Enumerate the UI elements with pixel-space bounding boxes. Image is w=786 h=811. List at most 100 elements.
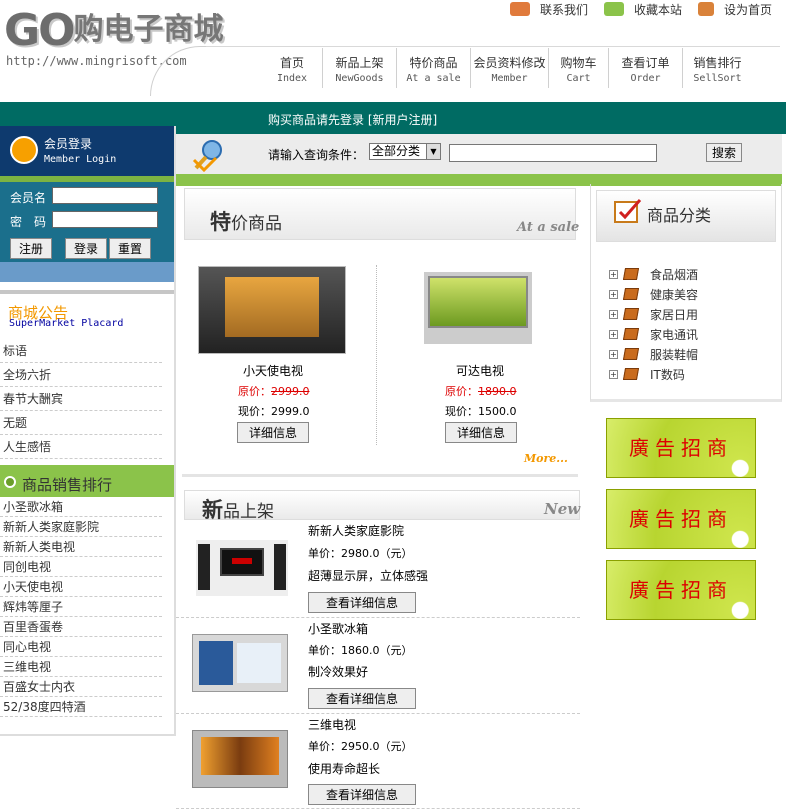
bookmark-icon: [603, 2, 624, 16]
newgoods-name[interactable]: 小圣歌冰箱: [308, 620, 368, 637]
fridge-interior: [237, 643, 281, 683]
set-homepage-link[interactable]: 设为首页: [692, 0, 778, 18]
notice-subtitle: SuperMarket Placard: [9, 318, 124, 329]
tv-screen: [201, 737, 279, 775]
search-button[interactable]: 搜索: [706, 143, 742, 162]
ad-banner[interactable]: 廣告招商: [606, 418, 756, 478]
product-name[interactable]: 小天使电视: [243, 362, 303, 379]
book-icon: [622, 348, 640, 360]
login-prompt[interactable]: 购买商品请先登录 [新用户注册]: [268, 111, 437, 128]
newgoods-desc: 使用寿命超长: [308, 762, 381, 776]
bookmark-link[interactable]: 收藏本站: [598, 0, 688, 18]
expand-icon[interactable]: +: [609, 289, 618, 299]
login-button[interactable]: 登录: [65, 238, 108, 259]
tv-screen: [225, 277, 319, 337]
password-label: 密 码: [10, 215, 47, 229]
ranking-item[interactable]: 52/38度四特酒: [0, 697, 162, 717]
power-icon: [10, 136, 38, 164]
ad-banner[interactable]: 廣告招商: [606, 489, 756, 549]
nav-cart[interactable]: 购物车 Cart: [548, 48, 608, 88]
expand-icon[interactable]: +: [609, 269, 618, 279]
nav-sellsort[interactable]: 销售排行 SellSort: [682, 48, 752, 88]
product-image[interactable]: [192, 730, 288, 788]
view-detail-button[interactable]: 查看详细信息: [308, 688, 416, 709]
ranking-item[interactable]: 三维电视: [0, 657, 162, 677]
notice-item[interactable]: 春节大酬宾: [0, 387, 162, 411]
nav-newgoods[interactable]: 新品上架 NewGoods: [322, 48, 396, 88]
nav-index[interactable]: 首页 Index: [262, 48, 322, 88]
view-detail-button[interactable]: 查看详细信息: [308, 592, 416, 613]
ranking-title: 商品销售排行: [22, 476, 113, 494]
ranking-item[interactable]: 小天使电视: [0, 577, 162, 597]
current-price: 现价：2999.0: [238, 405, 310, 418]
newgoods-price: 单价：2950.0（元）: [308, 740, 413, 753]
fridge-door: [199, 641, 233, 685]
nav-order[interactable]: 查看订单 Order: [608, 48, 682, 88]
detail-button[interactable]: 详细信息: [445, 422, 517, 443]
detail-button[interactable]: 详细信息: [237, 422, 309, 443]
old-price: 原价：2999.0: [238, 385, 310, 398]
checklist-icon: [614, 199, 642, 223]
newgoods-price: 单价：2980.0（元）: [308, 547, 413, 560]
nav-member[interactable]: 会员资料修改 Member: [470, 48, 548, 88]
category-item-it[interactable]: + IT数码: [609, 364, 685, 384]
book-icon: [622, 288, 640, 300]
notice-list: 标语 全场六折 春节大酬宾 无题 人生感悟: [0, 339, 162, 459]
ad-banner[interactable]: 廣告招商: [606, 560, 756, 620]
ranking-item[interactable]: 新新人类家庭影院: [0, 517, 162, 537]
category-item-home[interactable]: + 家居日用: [609, 304, 698, 324]
ranking-item[interactable]: 新新人类电视: [0, 537, 162, 557]
expand-icon[interactable]: +: [609, 329, 618, 339]
newgoods-name[interactable]: 新新人类家庭影院: [308, 522, 404, 539]
tv-screen: [428, 276, 528, 328]
category-item-clothing[interactable]: + 服装鞋帽: [609, 344, 698, 364]
bullet-icon: [4, 476, 16, 488]
username-input[interactable]: [52, 187, 158, 204]
expand-icon[interactable]: +: [609, 369, 618, 379]
book-icon: [622, 328, 640, 340]
member-login-title: 会员登录 Member Login: [44, 137, 117, 165]
tv-screen: [220, 548, 264, 576]
product-name[interactable]: 可达电视: [456, 362, 504, 379]
ranking-item[interactable]: 辉炜等厘子: [0, 597, 162, 617]
category-item-beauty[interactable]: + 健康美容: [609, 284, 698, 304]
speaker-right: [274, 544, 286, 590]
category-item-food[interactable]: + 食品烟酒: [609, 264, 698, 284]
old-price: 原价：1890.0: [445, 385, 517, 398]
category-select[interactable]: 全部分类 ▼: [369, 143, 441, 160]
ranking-item[interactable]: 小圣歌冰箱: [0, 497, 162, 517]
product-image[interactable]: [192, 634, 288, 692]
category-item-appliance[interactable]: + 家电通讯: [609, 324, 698, 344]
left-column-bottom: [0, 734, 176, 736]
ranking-item[interactable]: 百盛女士内衣: [0, 677, 162, 697]
username-label: 会员名: [10, 191, 47, 205]
current-price: 现价：1500.0: [445, 405, 517, 418]
member-login-footer: [0, 262, 174, 282]
newgoods-name[interactable]: 三维电视: [308, 716, 356, 733]
product-image[interactable]: [424, 272, 532, 344]
notice-item[interactable]: 全场六折: [0, 363, 162, 387]
register-button[interactable]: 注册: [10, 238, 53, 259]
password-input[interactable]: [52, 211, 158, 228]
main-nav: 首页 Index 新品上架 NewGoods 特价商品 At a sale 会员资料修…: [262, 48, 752, 88]
expand-icon[interactable]: +: [609, 349, 618, 359]
expand-icon[interactable]: +: [609, 309, 618, 319]
special-title: 特价商品: [210, 210, 282, 234]
contact-link[interactable]: 联系我们: [504, 0, 594, 18]
product-image[interactable]: [196, 540, 288, 596]
notice-item[interactable]: 人生感悟: [0, 435, 162, 459]
ranking-item[interactable]: 同创电视: [0, 557, 162, 577]
view-detail-button[interactable]: 查看详细信息: [308, 784, 416, 805]
notice-item[interactable]: 无题: [0, 411, 162, 435]
magnifier-icon: [192, 140, 222, 172]
product-image[interactable]: [198, 266, 346, 354]
nav-sale[interactable]: 特价商品 At a sale: [396, 48, 470, 88]
ranking-item[interactable]: 百里香蛋卷: [0, 617, 162, 637]
more-link[interactable]: More...: [524, 452, 568, 465]
home-icon: [697, 2, 714, 16]
reset-button[interactable]: 重置: [109, 238, 152, 259]
search-input[interactable]: [449, 144, 657, 162]
ranking-item[interactable]: 同心电视: [0, 637, 162, 657]
book-icon: [622, 368, 640, 380]
notice-item[interactable]: 标语: [0, 339, 162, 363]
